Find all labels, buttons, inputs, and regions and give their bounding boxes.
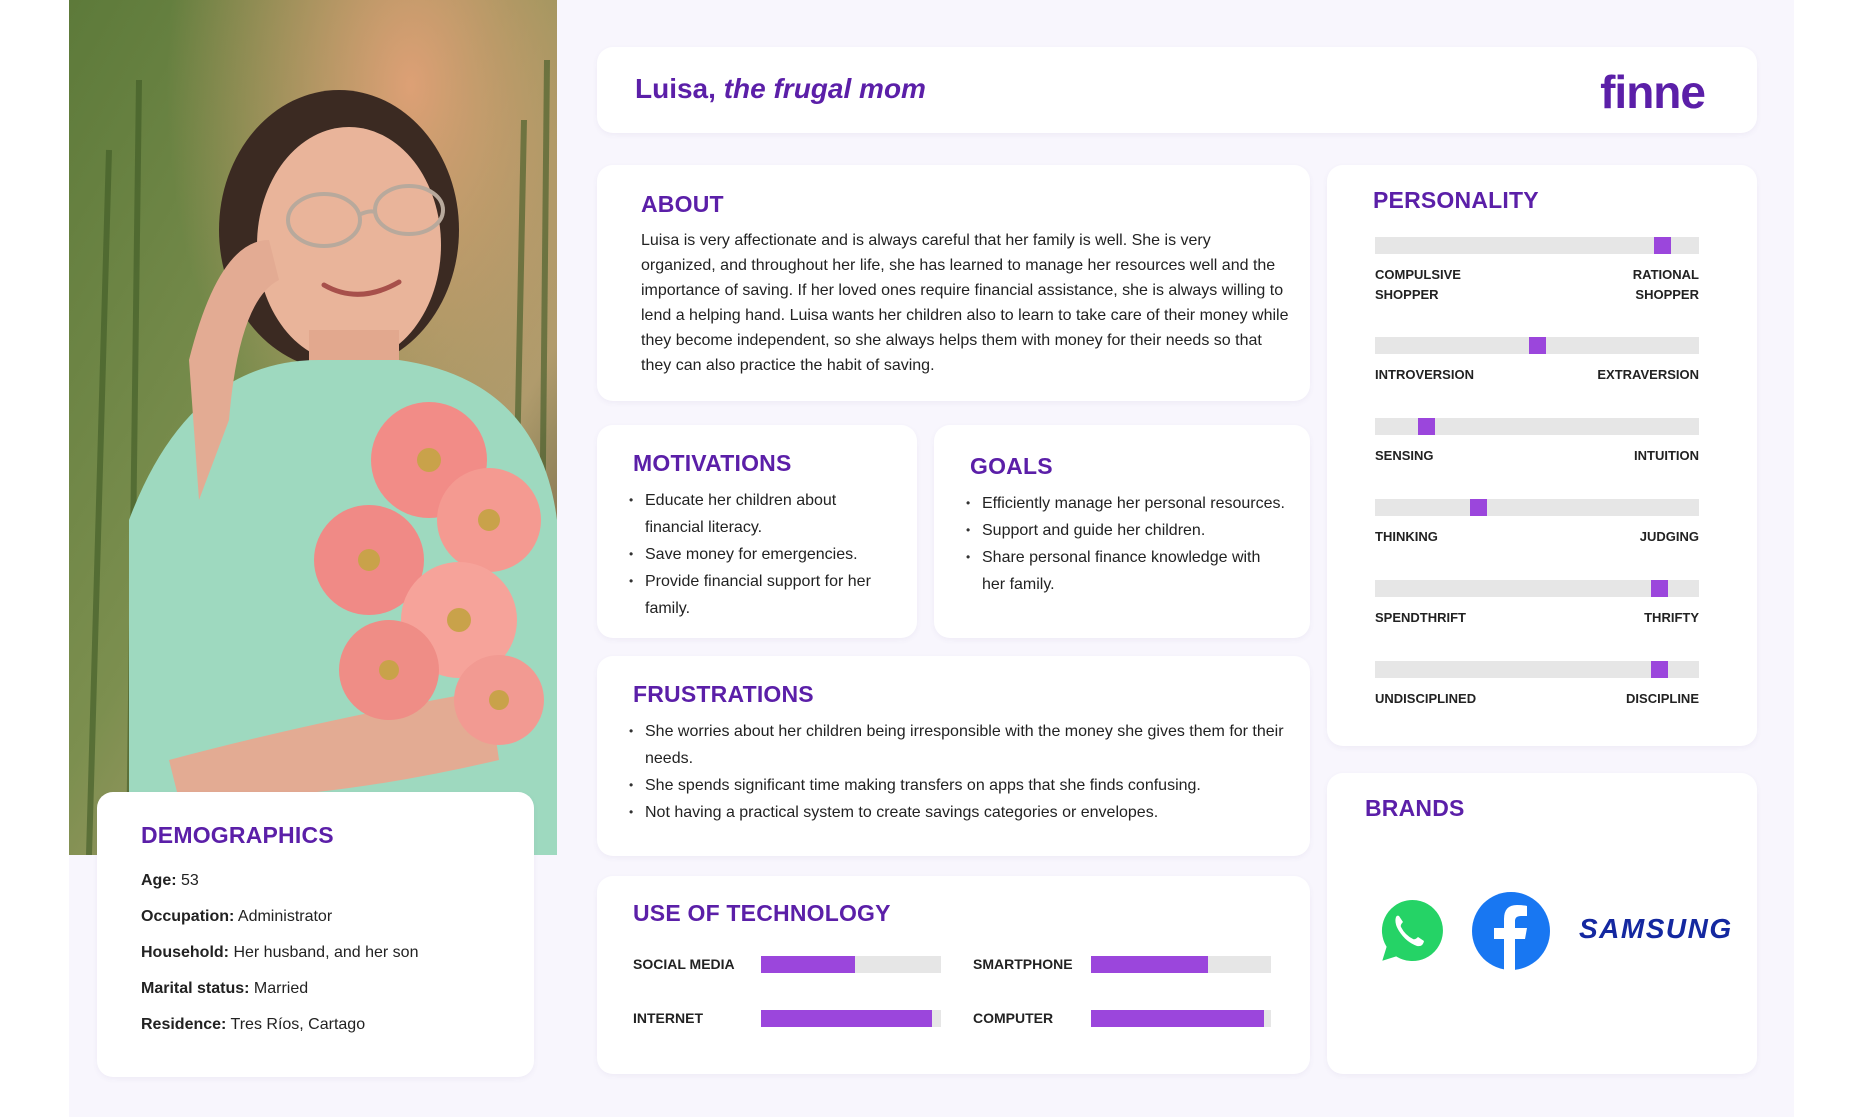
trait-marker [1470,499,1487,516]
personality-card: PERSONALITY COMPULSIVE SHOPPER RATIONAL S… [1327,165,1757,746]
tech-fill [1091,1010,1264,1027]
about-title: ABOUT [641,191,724,217]
tech-fill [761,956,855,973]
trait-track [1375,661,1699,678]
whatsapp-logo-icon [1368,893,1446,969]
facebook-logo-icon [1472,892,1550,971]
trait-label-right: DISCIPLINE [1626,691,1699,706]
persona-tagline: the frugal mom [723,73,926,104]
goals-list: Efficiently manage her personal resource… [966,490,1286,598]
trait-marker [1654,237,1671,254]
trait-label-right: THRIFTY [1644,610,1699,625]
trait-label-right: EXTRAVERSION [1597,367,1699,382]
demographics-title: DEMOGRAPHICS [141,822,334,848]
tech-bar-smartphone [1091,956,1271,973]
demographics-occupation: Occupation: Administrator [141,908,333,925]
trait-label-right: INTUITION [1634,448,1699,463]
about-text: Luisa is very affectionate and is always… [641,232,1289,374]
list-item: She spends significant time making trans… [629,772,1289,799]
motivations-title: MOTIVATIONS [633,450,792,476]
demographics-marital-status: Marital status: Married [141,980,309,997]
tech-fill [761,1010,932,1027]
woman-with-flowers-illustration [69,0,557,855]
trait-marker [1651,661,1668,678]
list-item: Not having a practical system to create … [629,799,1289,826]
tech-label-internet: INTERNET [633,1010,703,1026]
trait-track [1375,580,1699,597]
tech-bar-internet [761,1010,941,1027]
brands-card: BRANDS SAMSUNG [1327,773,1757,1074]
list-item: Share personal finance knowledge with he… [966,544,1286,598]
trait-marker [1418,418,1435,435]
about-card: ABOUT Luisa is very affectionate and is … [597,165,1310,401]
demographics-card: DEMOGRAPHICS Age: 53 Occupation: Adminis… [97,792,534,1077]
motivations-card: MOTIVATIONS Educate her children about f… [597,425,917,638]
persona-name: Luisa, [635,73,716,104]
motivations-list: Educate her children about financial lit… [629,487,899,622]
demographics-household: Household: Her husband, and her son [141,944,419,961]
trait-label-left: SPENDTHRIFT [1375,610,1466,625]
trait-label-right: RATIONAL SHOPPER [1632,267,1699,302]
trait-marker [1651,580,1668,597]
trait-track [1375,418,1699,435]
persona-title: Luisa, the frugal mom [635,73,926,105]
tech-label-social-media: SOCIAL MEDIA [633,956,735,972]
tech-bar-computer [1091,1010,1271,1027]
trait-track [1375,237,1699,254]
tech-fill [1091,956,1208,973]
technology-card: USE OF TECHNOLOGY SOCIAL MEDIA SMARTPHON… [597,876,1310,1074]
trait-label-left: UNDISCIPLINED [1375,691,1477,706]
frustrations-list: She worries about her children being irr… [629,718,1289,826]
goals-title: GOALS [970,453,1053,479]
list-item: Save money for emergencies. [629,541,899,568]
trait-label-right: JUDGING [1639,529,1699,544]
frustrations-card: FRUSTRATIONS She worries about her child… [597,656,1310,856]
demographics-age: Age: 53 [141,872,199,889]
list-item: Support and guide her children. [966,517,1286,544]
trait-marker [1529,337,1546,354]
list-item: She worries about her children being irr… [629,718,1289,772]
tech-label-computer: COMPUTER [973,1010,1054,1026]
brand-logo: finne [1600,66,1706,118]
tech-label-smartphone: SMARTPHONE [973,956,1073,972]
trait-label-left: INTROVERSION [1375,367,1474,382]
list-item: Provide financial support for her family… [629,568,899,622]
samsung-logo: SAMSUNG [1579,913,1733,944]
list-item: Educate her children about financial lit… [629,487,899,541]
list-item: Efficiently manage her personal resource… [966,490,1286,517]
trait-label-left: COMPULSIVE SHOPPER [1375,267,1461,302]
trait-label-left: SENSING [1375,448,1434,463]
tech-bar-social-media [761,956,941,973]
goals-card: GOALS Efficiently manage her personal re… [934,425,1310,638]
trait-track [1375,499,1699,516]
demographics-residence: Residence: Tres Ríos, Cartago [141,1016,366,1033]
trait-track [1375,337,1699,354]
trait-label-left: THINKING [1375,529,1438,544]
frustrations-title: FRUSTRATIONS [633,681,814,707]
personality-title: PERSONALITY [1373,187,1539,213]
brands-title: BRANDS [1365,795,1465,821]
header-card: Luisa, the frugal mom finne [597,47,1757,133]
persona-photo [69,0,557,855]
technology-title: USE OF TECHNOLOGY [633,900,891,926]
